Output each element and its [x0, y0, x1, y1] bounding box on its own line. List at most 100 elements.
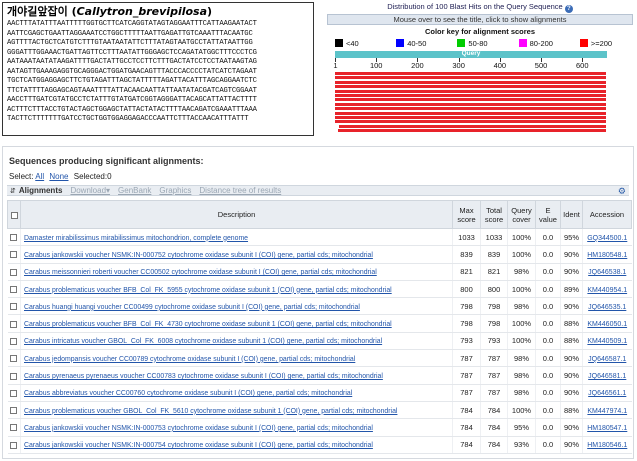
hit-bar[interactable] [335, 72, 607, 75]
hit-bar[interactable] [335, 111, 607, 115]
header-select[interactable] [7, 200, 21, 229]
accession-link[interactable]: KM447974.1 [587, 408, 627, 415]
sequence-title-korean: 개야길앞잡이 [7, 5, 68, 18]
header-accession[interactable]: Accession [582, 200, 632, 229]
graphics-link[interactable]: Graphics [159, 186, 191, 195]
description-link[interactable]: Carabus jedompansis voucher CC00789 cyto… [24, 356, 355, 363]
description-link[interactable]: Carabus jankowskii voucher NSMK:IN-00075… [24, 425, 373, 432]
row-checkbox[interactable] [10, 441, 18, 449]
row-checkbox[interactable] [10, 234, 18, 242]
header-ident[interactable]: Ident [560, 200, 583, 229]
accession-link[interactable]: JQ646581.1 [588, 373, 626, 380]
header-total-score[interactable]: Total score [480, 200, 508, 229]
row-checkbox[interactable] [10, 407, 18, 415]
row-checkbox[interactable] [10, 320, 18, 328]
hit-bar[interactable] [335, 116, 607, 119]
genbank-link[interactable]: GenBank [118, 186, 151, 195]
max-score-cell: 798 [452, 297, 481, 316]
accession-link[interactable]: KM446050.1 [587, 321, 627, 328]
accession-link[interactable]: JQ646538.1 [588, 269, 626, 276]
row-checkbox[interactable] [10, 372, 18, 380]
hit-bar[interactable] [335, 80, 607, 84]
e-value-cell: 0.0 [535, 349, 561, 368]
row-checkbox[interactable] [10, 389, 18, 397]
hit-bar[interactable] [335, 107, 607, 111]
row-select-cell[interactable] [7, 401, 21, 420]
description-link[interactable]: Carabus huangi huangi voucher CC00499 cy… [24, 304, 360, 311]
row-checkbox[interactable] [10, 337, 18, 345]
sequence-line: AATTCGAGCTGAATTAGGAAATCCTGGCTTTTTAATTGAG… [7, 29, 253, 38]
accession-link[interactable]: HM180546.1 [587, 442, 627, 449]
accession-link[interactable]: JQ646561.1 [588, 390, 626, 397]
accession-link[interactable]: KM440954.1 [587, 287, 627, 294]
accession-link[interactable]: KM440509.1 [587, 338, 627, 345]
row-select-cell[interactable] [7, 314, 21, 333]
accession-link[interactable]: HM180547.1 [587, 425, 627, 432]
e-value-cell: 0.0 [535, 245, 561, 264]
gear-icon[interactable]: ⚙ [618, 186, 626, 196]
hit-bar[interactable] [335, 89, 607, 93]
accession-link[interactable]: HM180548.1 [587, 252, 627, 259]
accession-link[interactable]: JQ646587.1 [588, 356, 626, 363]
description-link[interactable]: Carabus problematicus voucher BFB_Col_FK… [24, 287, 392, 294]
row-select-cell[interactable] [7, 418, 21, 437]
select-all-checkbox[interactable] [10, 211, 18, 219]
description-link[interactable]: Carabus jankowskii voucher NSMK:IN-00075… [24, 442, 373, 449]
query-cover-cell: 98% [507, 349, 536, 368]
row-checkbox[interactable] [10, 303, 18, 311]
description-link[interactable]: Carabus jankowskii voucher NSMK:IN-00075… [24, 252, 373, 259]
description-link[interactable]: Damaster mirabilissimus mirabilissimus m… [24, 235, 248, 242]
row-select-cell[interactable] [7, 366, 21, 385]
total-score-cell: 784 [480, 418, 508, 437]
description-link[interactable]: Carabus abbreviatus voucher CC00760 cyto… [24, 390, 352, 397]
header-e-value[interactable]: E value [535, 200, 561, 229]
row-checkbox[interactable] [10, 268, 18, 276]
select-label: Select: [9, 172, 34, 181]
accession-link[interactable]: GQ344500.1 [587, 235, 627, 242]
download-menu[interactable]: Download▾ [70, 186, 110, 195]
row-select-cell[interactable] [7, 263, 21, 281]
row-select-cell[interactable] [7, 228, 21, 247]
chevron-down-icon[interactable]: ⇵ [10, 187, 16, 195]
description-link[interactable]: Carabus intricatus voucher GBOL_Col_FK_6… [24, 338, 382, 345]
row-checkbox[interactable] [10, 355, 18, 363]
select-all-link[interactable]: All [35, 172, 44, 181]
description-cell: Carabus problematicus voucher BFB_Col_FK… [20, 314, 453, 333]
max-score-cell: 784 [452, 401, 481, 420]
select-none-link[interactable]: None [49, 172, 68, 181]
description-link[interactable]: Carabus pyrenaeus pyrenaeus voucher CC00… [24, 373, 383, 380]
row-select-cell[interactable] [7, 349, 21, 368]
description-link[interactable]: Carabus problematicus voucher GBOL_Col_F… [24, 408, 397, 415]
header-max-score[interactable]: Max score [452, 200, 481, 229]
description-link[interactable]: Carabus meissonnieri roberti voucher CC0… [24, 269, 377, 276]
hit-bar[interactable] [335, 120, 607, 124]
hit-bar[interactable] [335, 102, 607, 106]
row-select-cell[interactable] [7, 280, 21, 299]
hit-bar[interactable] [335, 85, 607, 89]
row-select-cell[interactable] [7, 384, 21, 402]
row-checkbox[interactable] [10, 251, 18, 259]
total-score-cell: 787 [480, 384, 508, 402]
legend-entry: 50-80 [449, 37, 510, 49]
row-select-cell[interactable] [7, 436, 21, 454]
query-cover-cell: 100% [507, 245, 536, 264]
help-icon[interactable]: ? [564, 5, 573, 13]
hit-bar[interactable] [335, 94, 607, 97]
row-checkbox[interactable] [10, 286, 18, 294]
row-select-cell[interactable] [7, 332, 21, 351]
header-description[interactable]: Description [20, 200, 453, 229]
hit-bar[interactable] [335, 98, 607, 102]
alignments-tab[interactable]: Alignments [19, 186, 63, 195]
distance-tree-link[interactable]: Distance tree of results [199, 186, 281, 195]
hit-bar[interactable] [339, 124, 607, 128]
row-select-cell[interactable] [7, 245, 21, 264]
header-query-cover[interactable]: Query cover [507, 200, 536, 229]
hit-bar[interactable] [338, 129, 607, 133]
total-score-cell: 793 [480, 332, 508, 351]
sequence-line: AACTTTATATTTAATTTTTGGTGCTTCATCAGGTATAGTA… [7, 20, 257, 28]
row-select-cell[interactable] [7, 297, 21, 316]
hit-bar[interactable] [335, 76, 607, 80]
row-checkbox[interactable] [10, 424, 18, 432]
description-link[interactable]: Carabus problematicus voucher BFB_Col_FK… [24, 321, 392, 328]
accession-link[interactable]: JQ646535.1 [588, 304, 626, 311]
